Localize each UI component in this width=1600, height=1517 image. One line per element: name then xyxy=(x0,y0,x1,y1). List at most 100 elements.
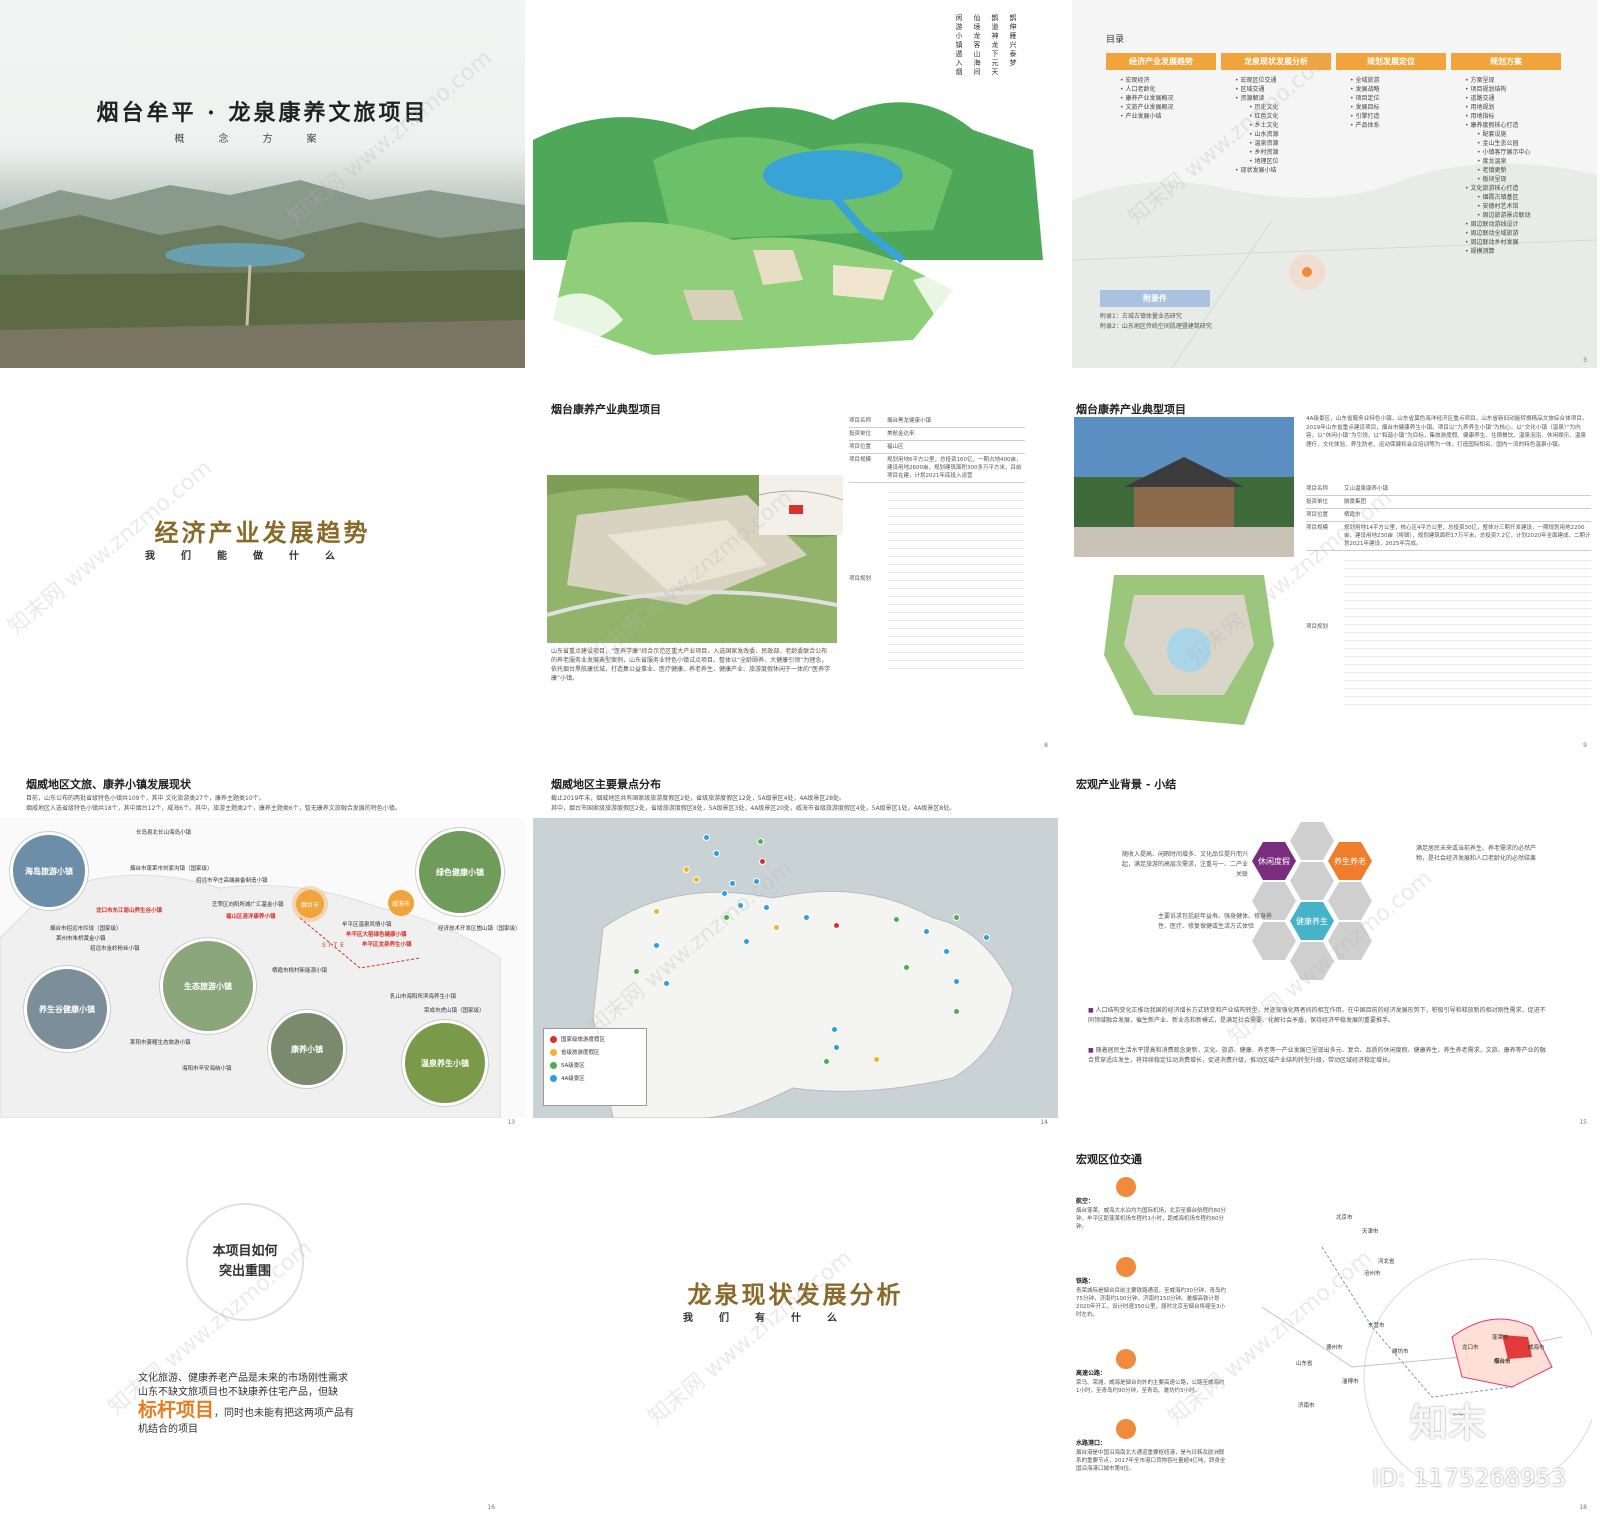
scenic-spot-dot xyxy=(873,1056,880,1063)
tab-economy[interactable]: 经济产业发展趋势 xyxy=(1106,53,1216,70)
toc-item[interactable]: 文旅产业发展概况 xyxy=(1120,103,1173,112)
appendix-item[interactable]: 附录1：古城古镇体量业态研究 xyxy=(1100,312,1212,322)
toc-item[interactable]: 温泉资源 xyxy=(1235,139,1278,148)
bullet-icon: ■ xyxy=(1088,1007,1096,1014)
toc-item[interactable]: 周边旅游景点联动 xyxy=(1465,211,1530,220)
info-value: 艾山温泉康养小镇 xyxy=(1344,486,1389,492)
toc-item[interactable]: 老镇更新 xyxy=(1465,166,1530,175)
city-label: 蓬莱市 xyxy=(1492,1335,1509,1341)
brand-logo: 知末 xyxy=(1410,1401,1487,1445)
tab-status[interactable]: 龙泉现状发展分析 xyxy=(1221,53,1331,70)
summary-bullet-text: 随着居民生活水平提高和消费观念更新，文化、旅游、健康、养老等一产业发展已呈现出多… xyxy=(1088,1047,1546,1064)
city-label: 龙口市 xyxy=(1462,1345,1479,1351)
toc-item[interactable]: 文化旅游核心打造 xyxy=(1465,184,1530,193)
hex-wellness: 养生养老 xyxy=(1328,842,1372,880)
info-value: 规划用地14平方公里，核心区4平方公里，总投资30亿，整体分三期开发建设，一期规… xyxy=(1344,525,1591,547)
town-label: 莱州市朱桥黄金小镇 xyxy=(56,936,106,942)
mountain-landscape xyxy=(0,180,525,368)
town-label: 芝罘区向阳所城广汇基金小镇 xyxy=(212,902,284,908)
city-label: 济南市 xyxy=(1298,1403,1315,1409)
toc-item[interactable]: 项目定位 xyxy=(1350,94,1379,103)
hex-cluster: 休闲度假 养生养老 健康养生 xyxy=(1252,820,1412,990)
contents-tabs: 经济产业发展趋势 龙泉现状发展分析 规划发展定位 规划方案 xyxy=(1106,53,1561,70)
toc-item[interactable]: 康养产业发展概况 xyxy=(1120,94,1173,103)
page-number: 14 xyxy=(1040,1119,1048,1126)
toc-item[interactable]: 乡村资源 xyxy=(1235,148,1278,157)
scenic-spot-dot xyxy=(633,968,640,975)
toc-item[interactable]: 用地规划 xyxy=(1465,103,1530,112)
scenic-spot-dot xyxy=(833,922,840,929)
toc-item[interactable]: 乡土文化 xyxy=(1235,121,1278,130)
slide-heading: 烟威地区主要景点分布 xyxy=(551,778,661,791)
city-label: 沧州市 xyxy=(1364,1271,1381,1277)
tab-plan[interactable]: 规划方案 xyxy=(1451,53,1561,70)
toc-item[interactable]: 周边联动游线设计 xyxy=(1465,220,1530,229)
slide-transport: 宏观区位交通 航空： 烟台蓬莱、威海大水泊均为国际机场，北京至烟台航程约80分钟… xyxy=(1072,1147,1597,1515)
slide-section-economy: 经济产业发展趋势 我们能做什么 xyxy=(0,385,525,753)
toc-item[interactable]: 项目规划结构 xyxy=(1465,85,1530,94)
toc-item[interactable]: 板块呈现 xyxy=(1465,175,1530,184)
toc-item[interactable]: 康养度假核心打造 xyxy=(1465,121,1530,130)
town-label: 牟平区大窑绿色健康小镇 xyxy=(346,932,407,938)
toc-item[interactable]: 全域旅游 xyxy=(1350,76,1379,85)
ship-icon xyxy=(1116,1419,1136,1439)
toc-item[interactable]: 烟霞古镇基区 xyxy=(1465,193,1530,202)
image-id: ID: 1175268953 xyxy=(1372,1464,1566,1492)
legend-label: 国家级旅游度假区 xyxy=(561,1037,606,1043)
town-label: 招远市辛庄高端装备制造小镇 xyxy=(196,878,268,884)
info-value: 烟台黑龙健康小镇 xyxy=(887,418,932,424)
toc-item[interactable]: 安德村艺术馆 xyxy=(1465,202,1530,211)
toc-item[interactable]: 资源解读 xyxy=(1235,94,1278,103)
toc-item[interactable]: 宏观经济 xyxy=(1120,76,1173,85)
appendix-item[interactable]: 附录2：山东地区传统空间肌理暨建筑研究 xyxy=(1100,322,1212,332)
slide-heading: 烟威地区文旅、康养小镇发展现状 xyxy=(26,778,191,791)
city-label: 淄博市 xyxy=(1342,1379,1359,1385)
toc-item[interactable]: 金山生态公园 xyxy=(1465,139,1530,148)
town-label: 牟平区温泉风情小镇 xyxy=(342,922,392,928)
transport-title: 高速公路： xyxy=(1076,1370,1107,1377)
scenic-spot-dot xyxy=(953,978,960,985)
legend-swatch xyxy=(550,1074,557,1082)
toc-item[interactable]: 配套设施 xyxy=(1465,130,1530,139)
toc-item[interactable]: 度龙温泉 xyxy=(1465,157,1530,166)
toc-item[interactable]: 周边联动全域旅游 xyxy=(1465,229,1530,238)
town-label: 烟台市招远市玲珑（国家级） xyxy=(50,926,122,932)
slide-breakthrough: 本项目如何突出重围 文化旅游、健康养老产品是未来的市场刚性需求 山东不缺文旅项目… xyxy=(0,1147,525,1515)
toc-item[interactable]: 引擎打造 xyxy=(1350,112,1379,121)
toc-item[interactable]: 周边联动乡村发展 xyxy=(1465,238,1530,247)
toc-item[interactable]: 地理区位 xyxy=(1235,157,1278,166)
toc-item[interactable]: 区域交通 xyxy=(1235,85,1278,94)
question-text: 本项目如何突出重围 xyxy=(212,1244,278,1279)
transport-list: 航空： 烟台蓬莱、威海大水泊均为国际机场，北京至烟台航程约80分钟，牟平区距蓬莱… xyxy=(1076,1177,1226,1473)
toc-item[interactable]: 规模测算 xyxy=(1465,247,1530,256)
toc-item[interactable]: 产业发展小结 xyxy=(1120,112,1173,121)
toc-item[interactable]: 产品体系 xyxy=(1350,121,1379,130)
appendix-tag[interactable]: 附录件 xyxy=(1100,290,1210,307)
toc-item[interactable]: 发展目标 xyxy=(1350,103,1379,112)
info-key: 项目规模 xyxy=(1306,525,1329,531)
toc-item[interactable]: 方案呈现 xyxy=(1465,76,1530,85)
scenic-spot-dot xyxy=(831,1026,838,1033)
toc-item[interactable]: 山水资源 xyxy=(1235,130,1278,139)
toc-item[interactable]: 红色文化 xyxy=(1235,112,1278,121)
tab-positioning[interactable]: 规划发展定位 xyxy=(1336,53,1446,70)
town-label: 栖霞市桃村新能源小镇 xyxy=(272,968,328,974)
toc-item[interactable]: 现状发展小结 xyxy=(1235,166,1278,175)
toc-item[interactable]: 用地指标 xyxy=(1465,112,1530,121)
toc-item[interactable]: 道路交通 xyxy=(1465,94,1530,103)
section-subtitle: 我们有什么 xyxy=(683,1313,863,1324)
note-wellness: 满足居民未来或当前养生、养老需求的必然产物，是社会经济发展和人口老龄化的必然结果 xyxy=(1416,845,1537,862)
toc-item[interactable]: 历史文化 xyxy=(1235,103,1278,112)
hotel-photo xyxy=(1074,417,1294,557)
slide-aerial-painting: 鹊伸雁兴泰梦 鹊道神龙下元天 仙境龙客山海间 闲游小镇遁入烟 xyxy=(533,0,1058,368)
toc-item[interactable]: 人口老龄化 xyxy=(1120,85,1173,94)
toc-item[interactable]: 小镇客厅展示中心 xyxy=(1465,148,1530,157)
scenic-spot-dot xyxy=(953,914,960,921)
appendix-list: 附录1：古城古镇体量业态研究 附录2：山东地区传统空间肌理暨建筑研究 xyxy=(1100,312,1212,332)
contents-heading: 目录 xyxy=(1106,35,1125,45)
toc-item[interactable]: 宏观区位交通 xyxy=(1235,76,1278,85)
city-weihai-badge: 威海市 xyxy=(388,890,414,916)
slide-heading: 宏观区位交通 xyxy=(1076,1153,1142,1166)
intro-line-2: 烟威地区入选省级特色小镇共18个，其中烟台12个，威海6个。其中，旅游主题类2个… xyxy=(26,805,401,812)
toc-item[interactable]: 发展战略 xyxy=(1350,85,1379,94)
